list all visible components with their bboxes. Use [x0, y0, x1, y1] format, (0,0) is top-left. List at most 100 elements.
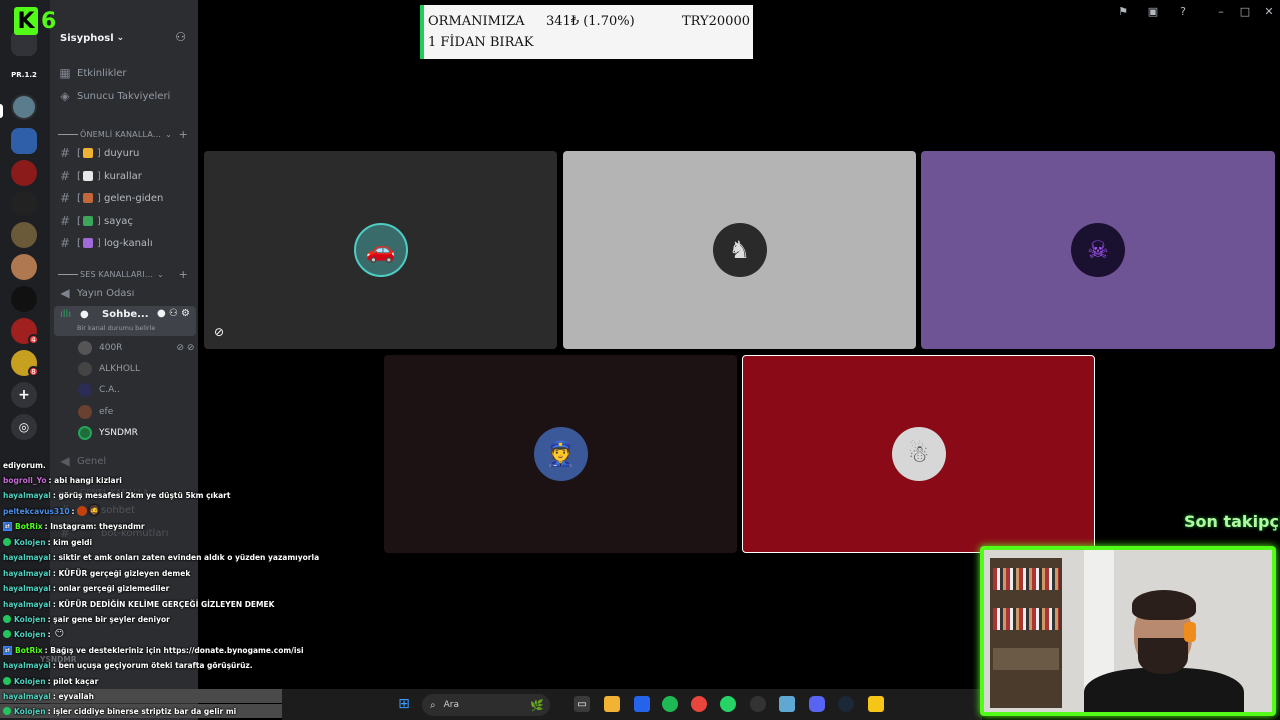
server-header[interactable]: Sisyphosl ⌄ ⚇: [50, 26, 198, 50]
message-text: : onlar gerçeği gizlemediler: [52, 583, 170, 593]
chevron-down-icon: ⌄: [157, 269, 165, 279]
channel-status[interactable]: Bir kanal durumu belirle: [77, 324, 155, 332]
voice-channel-sohbet[interactable]: ıllı ● Sohbe... ● ⚇ ⚙ Bir kanal durumu b…: [54, 306, 196, 336]
server-icon[interactable]: [11, 160, 37, 186]
whatsapp-icon[interactable]: [720, 696, 736, 712]
voice-member[interactable]: 400R ⊘ ⊘: [78, 338, 194, 358]
page-icon: [82, 171, 93, 181]
chat-username[interactable]: bogroll_Yo: [3, 476, 47, 485]
category-voice[interactable]: SES KANALLARI... ⌄ +: [58, 267, 194, 281]
channel-duyuru[interactable]: #[] duyuru: [56, 143, 194, 163]
participant-tile[interactable]: 🚗 ⊘: [204, 151, 557, 349]
search-placeholder: Ara: [443, 700, 459, 710]
participant-tile[interactable]: 👮: [384, 355, 737, 553]
taskbar: ⊞ ⌕ Ara 🌿 ▭: [282, 689, 982, 720]
chat-username[interactable]: BotRix: [15, 646, 43, 655]
server-icon[interactable]: [11, 286, 37, 312]
chat-username[interactable]: peltekcavus310: [3, 507, 70, 516]
hooded-avatar-icon: ☠: [1071, 223, 1125, 277]
help-icon[interactable]: ?: [1174, 3, 1192, 19]
channel-actions[interactable]: ● ⚇ ⚙: [157, 308, 190, 319]
app-icon[interactable]: [868, 696, 884, 712]
message-text: : pilot kaçar: [47, 676, 99, 686]
voice-member[interactable]: C.A..: [78, 380, 120, 400]
voice-member[interactable]: efe: [78, 402, 113, 422]
notification-badge: 4: [28, 334, 39, 345]
minimize-icon[interactable]: –: [1212, 3, 1230, 19]
chrome-icon[interactable]: [691, 696, 707, 712]
hash-icon: #: [59, 191, 71, 205]
chat-username[interactable]: hayalmayal: [3, 491, 51, 500]
discord-icon[interactable]: [809, 696, 825, 712]
mod-badge-icon: [3, 538, 11, 546]
chat-username[interactable]: Kolojen: [14, 630, 46, 639]
channel-gelen-giden[interactable]: #[] gelen-giden: [56, 188, 194, 208]
chat-username[interactable]: Kolojen: [14, 538, 46, 547]
screen-icon[interactable]: ▣: [1144, 3, 1162, 19]
server-icon[interactable]: [11, 94, 37, 120]
check-icon: [82, 216, 93, 226]
chat-username[interactable]: hayalmayal: [3, 584, 51, 593]
settings-app-icon[interactable]: [779, 696, 795, 712]
divider: [58, 133, 78, 135]
add-channel-icon[interactable]: +: [179, 268, 188, 281]
kick-logo-number: 6: [41, 8, 57, 34]
obs-icon[interactable]: [750, 696, 766, 712]
message-text: : siktir et amk onları zaten evinden ald…: [52, 552, 320, 562]
chat-username[interactable]: hayalmayal: [3, 600, 51, 609]
maximize-icon[interactable]: □: [1236, 3, 1254, 19]
headset-icon: [1184, 622, 1196, 642]
chat-message: hayalmayal: eyvallah: [0, 689, 282, 703]
member-name: YSNDMR: [99, 428, 138, 438]
channel-kurallar[interactable]: #[] kurallar: [56, 166, 194, 186]
channel-sayac[interactable]: #[] sayaç: [56, 211, 194, 231]
inbox-flag-icon[interactable]: ⚑: [1114, 3, 1132, 19]
voice-channel-yayin[interactable]: ◀ Yayın Odası: [56, 283, 194, 303]
streamer-beard: [1138, 638, 1188, 674]
add-channel-icon[interactable]: +: [179, 128, 188, 141]
chat-username[interactable]: hayalmayal: [3, 692, 51, 701]
user-name: YSNDMR: [40, 654, 77, 664]
add-server-icon[interactable]: +: [11, 382, 37, 408]
chat-username[interactable]: Kolojen: [14, 707, 46, 716]
close-icon[interactable]: ✕: [1260, 3, 1278, 19]
speech-bubble-icon: ●: [80, 309, 89, 320]
chat-username[interactable]: BotRix: [15, 522, 43, 531]
chat-username[interactable]: hayalmayal: [3, 553, 51, 562]
store-icon[interactable]: [634, 696, 650, 712]
chat-username[interactable]: Kolojen: [14, 677, 46, 686]
participant-tile[interactable]: ☃: [742, 355, 1095, 553]
server-icon[interactable]: [11, 222, 37, 248]
taskbar-search[interactable]: ⌕ Ara 🌿: [422, 694, 550, 716]
participant-tile[interactable]: ♞: [563, 151, 916, 349]
invite-user-icon[interactable]: ⚇: [175, 30, 186, 44]
chat-username[interactable]: Kolojen: [14, 615, 46, 624]
channel-log-kanali[interactable]: #[] log-kanalı: [56, 233, 194, 253]
task-view-icon[interactable]: ▭: [574, 696, 590, 712]
server-pr-icon[interactable]: PR.1.2: [11, 62, 37, 88]
explore-icon[interactable]: ◎: [11, 414, 37, 440]
chat-message: hayalmayal: KÜFÜR DEDİĞİN KELİME GERÇEĞİ…: [3, 597, 274, 611]
spotify-icon[interactable]: [662, 696, 678, 712]
participant-tile[interactable]: ☠: [921, 151, 1275, 349]
channel-label: gelen-giden: [104, 192, 164, 204]
message-text: : KÜFÜR DEDİĞİN KELİME GERÇEĞİ GİZLEYEN …: [52, 599, 275, 609]
message-text: : işler ciddiye binerse striptiz bar da …: [47, 706, 237, 716]
channel-boosts[interactable]: ◈ Sunucu Takviyeleri: [56, 86, 194, 106]
boost-icon: ◈: [60, 89, 70, 103]
message-text: : Bağış ve destekleriniz için https://do…: [44, 645, 304, 655]
voice-member[interactable]: YSNDMR: [78, 423, 138, 443]
channel-label: log-kanalı: [104, 237, 153, 249]
channel-events[interactable]: ▦ Etkinlikler: [56, 63, 194, 83]
server-icon[interactable]: [11, 190, 37, 216]
windows-start-icon[interactable]: ⊞: [396, 696, 412, 712]
category-important[interactable]: ÖNEMLİ KANALLA... ⌄ +: [58, 127, 194, 141]
mod-badge-icon: [3, 677, 11, 685]
server-icon[interactable]: [11, 128, 37, 154]
server-icon[interactable]: [11, 254, 37, 280]
folder-icon[interactable]: [604, 696, 620, 712]
channel-label: Yayın Odası: [77, 287, 135, 299]
voice-member[interactable]: ALKHOLL: [78, 359, 140, 379]
chat-username[interactable]: hayalmayal: [3, 569, 51, 578]
steam-icon[interactable]: [838, 696, 854, 712]
